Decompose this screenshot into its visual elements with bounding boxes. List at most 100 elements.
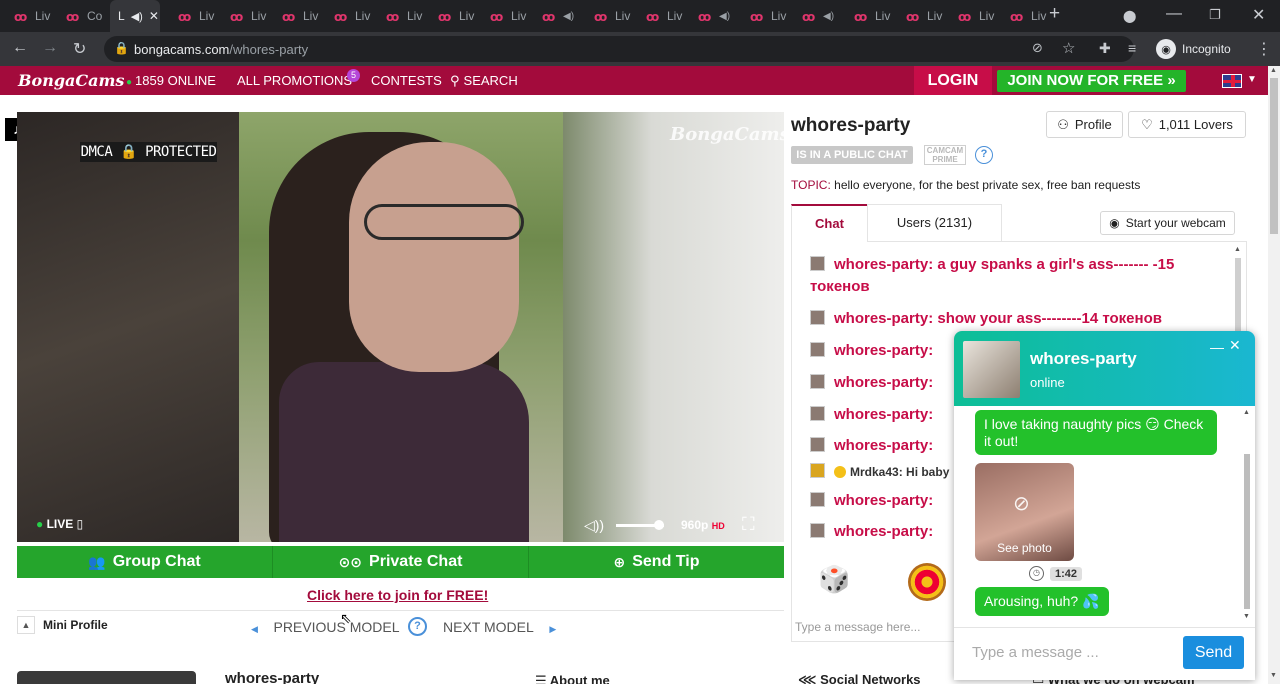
browser-tab[interactable]: ꝏ Liv [840, 0, 892, 32]
lovers-button[interactable]: ♡ 1,011 Lovers [1128, 111, 1246, 138]
chat-avatar[interactable] [810, 492, 825, 507]
incognito-indicator[interactable]: ◉ Incognito [1156, 39, 1231, 59]
browser-tab[interactable]: ꝏ Liv [996, 0, 1048, 32]
about-me-heading: ☰ About me [535, 673, 610, 684]
incognito-icon: ◉ [1156, 39, 1176, 59]
star-icon[interactable]: ☆ [1062, 39, 1075, 57]
popup-scrollbar[interactable]: ▲ ▼ [1242, 409, 1252, 621]
dice-icon[interactable]: 🎲 [818, 564, 850, 595]
browser-tab[interactable]: ꝏ Liv [580, 0, 632, 32]
chat-avatar[interactable] [810, 374, 825, 389]
start-webcam-button[interactable]: ◉ Start your webcam [1100, 211, 1235, 235]
login-button[interactable]: LOGIN [914, 66, 992, 95]
quality-selector[interactable]: 960p HD [681, 518, 725, 532]
chat-avatar[interactable] [810, 256, 825, 271]
minimize-icon[interactable]: — [1210, 339, 1224, 355]
tab-favicon-icon: ꝏ [542, 10, 556, 24]
minimize-icon[interactable]: — [1166, 5, 1182, 23]
chat-avatar[interactable] [810, 310, 825, 325]
prime-badge[interactable]: CAMCAM PRIME [924, 145, 966, 165]
send-button[interactable]: Send [1183, 636, 1244, 669]
fullscreen-icon[interactable]: ⛶ [742, 514, 755, 535]
private-chat-button[interactable]: ⊙⊙ Private Chat [273, 546, 529, 578]
browser-tab[interactable]: ꝏ ◀) [528, 0, 580, 32]
page-scrollbar[interactable]: ▲ ▼ [1268, 66, 1280, 684]
browser-tab[interactable]: ꝏ Liv [632, 0, 684, 32]
send-tip-button[interactable]: ⊕ Send Tip [529, 546, 784, 578]
popup-message-input[interactable]: Type a message ... [972, 644, 1099, 661]
browser-tab[interactable]: ꝏ Liv [736, 0, 788, 32]
wheel-of-fortune-icon[interactable] [908, 563, 946, 601]
browser-tab[interactable]: ꝏ Liv [892, 0, 944, 32]
menu-icon[interactable]: ⋮ [1256, 39, 1272, 59]
video-player[interactable]: DMCA 🔒 PROTECTED BongaCams ● LIVE ▯ ◁)) … [17, 112, 784, 542]
scroll-down-icon[interactable]: ▼ [1243, 613, 1250, 620]
browser-tab[interactable]: ꝏ Liv [424, 0, 476, 32]
tab-close-icon[interactable]: ✕ [149, 9, 159, 23]
window-close-icon[interactable]: ✕ [1252, 5, 1265, 25]
scroll-up-icon[interactable]: ▲ [1243, 409, 1250, 416]
media-icon[interactable]: ≡ [1128, 40, 1136, 56]
extensions-icon[interactable]: ✚ [1099, 40, 1111, 57]
lock-icon: 🔒 [114, 41, 129, 55]
site-logo[interactable]: BongaCams [18, 71, 124, 90]
group-chat-button[interactable]: 👥 Group Chat [17, 546, 273, 578]
browser-tab[interactable]: ꝏ Liv [320, 0, 372, 32]
chat-avatar[interactable] [810, 342, 825, 357]
uk-flag-icon[interactable] [1222, 74, 1242, 88]
tab-users[interactable]: Users (2131) [867, 204, 1002, 242]
browser-tab[interactable]: ꝏ ◀) [788, 0, 840, 32]
online-count[interactable]: ● 1859 ONLINE [126, 73, 216, 88]
next-model-link[interactable]: NEXT MODEL ▶ [443, 619, 556, 635]
browser-tab-active[interactable]: L ◀) ✕ [110, 0, 160, 32]
reload-icon[interactable]: ↻ [73, 39, 86, 59]
chat-avatar[interactable] [810, 437, 825, 452]
chat-input[interactable]: Type a message here... [795, 620, 920, 634]
browser-tab[interactable]: ꝏ Liv [268, 0, 320, 32]
chevron-down-icon[interactable]: ▼ [1247, 74, 1257, 85]
forward-icon[interactable]: → [42, 39, 58, 57]
tab-chat[interactable]: Chat [791, 204, 868, 242]
mini-profile-toggle[interactable]: ▲ Mini Profile [17, 616, 108, 634]
previous-model-link[interactable]: ◀ PREVIOUS MODEL [251, 619, 400, 635]
scroll-down-icon[interactable]: ▼ [1270, 672, 1277, 679]
browser-tab[interactable]: ꝏ Liv [164, 0, 216, 32]
scroll-up-icon[interactable]: ▲ [1234, 246, 1241, 253]
volume-icon[interactable]: ◁)) [584, 517, 604, 534]
chevron-right-icon: ▶ [549, 624, 557, 634]
profile-thumbnail[interactable] [17, 671, 196, 684]
browser-tab[interactable]: ꝏ Liv [0, 0, 52, 32]
nav-promotions[interactable]: ALL PROMOTIONS [237, 73, 352, 88]
profile-button[interactable]: ⚇ Profile [1046, 111, 1123, 138]
new-tab-icon[interactable]: + [1049, 3, 1060, 25]
nav-contests[interactable]: CONTESTS [371, 73, 442, 88]
browser-tab[interactable]: ꝏ Liv [944, 0, 996, 32]
scrollbar-thumb[interactable] [1270, 78, 1278, 234]
restore-icon[interactable]: ❐ [1209, 7, 1221, 23]
address-bar[interactable]: 🔒 bongacams.com/whores-party ⊘ ☆ [104, 36, 1134, 62]
close-icon[interactable]: ✕ [1229, 337, 1241, 354]
browser-tab[interactable]: ꝏ ◀) [684, 0, 736, 32]
scroll-up-icon[interactable]: ▲ [1270, 67, 1277, 74]
back-icon[interactable]: ← [12, 39, 28, 57]
help-icon[interactable]: ? [975, 146, 993, 164]
chat-avatar[interactable] [810, 463, 825, 478]
mobile-icon: ▯ [76, 517, 84, 531]
eye-off-icon[interactable]: ⊘ [1032, 40, 1043, 56]
photo-thumbnail[interactable]: ⊘ See photo [975, 463, 1074, 561]
nav-search[interactable]: ⚲ SEARCH [450, 73, 518, 89]
tab-search-icon[interactable]: ⬤ [1123, 9, 1136, 23]
browser-tab[interactable]: ꝏ Liv [372, 0, 424, 32]
chat-avatar[interactable] [810, 406, 825, 421]
help-icon[interactable]: ? [408, 617, 427, 636]
join-free-button[interactable]: JOIN NOW FOR FREE » [997, 70, 1186, 92]
browser-tab[interactable]: ꝏ Liv [476, 0, 528, 32]
search-icon: ⚲ [450, 73, 460, 88]
browser-tab[interactable]: ꝏ Co [52, 0, 104, 32]
plus-circle-icon: ⊕ [613, 553, 626, 570]
chat-avatar[interactable] [810, 523, 825, 538]
social-heading: ⋘ Social Networks [798, 672, 921, 684]
browser-tab[interactable]: ꝏ Liv [216, 0, 268, 32]
popup-avatar[interactable] [963, 341, 1020, 398]
join-free-link[interactable]: Click here to join for FREE! [307, 587, 488, 603]
